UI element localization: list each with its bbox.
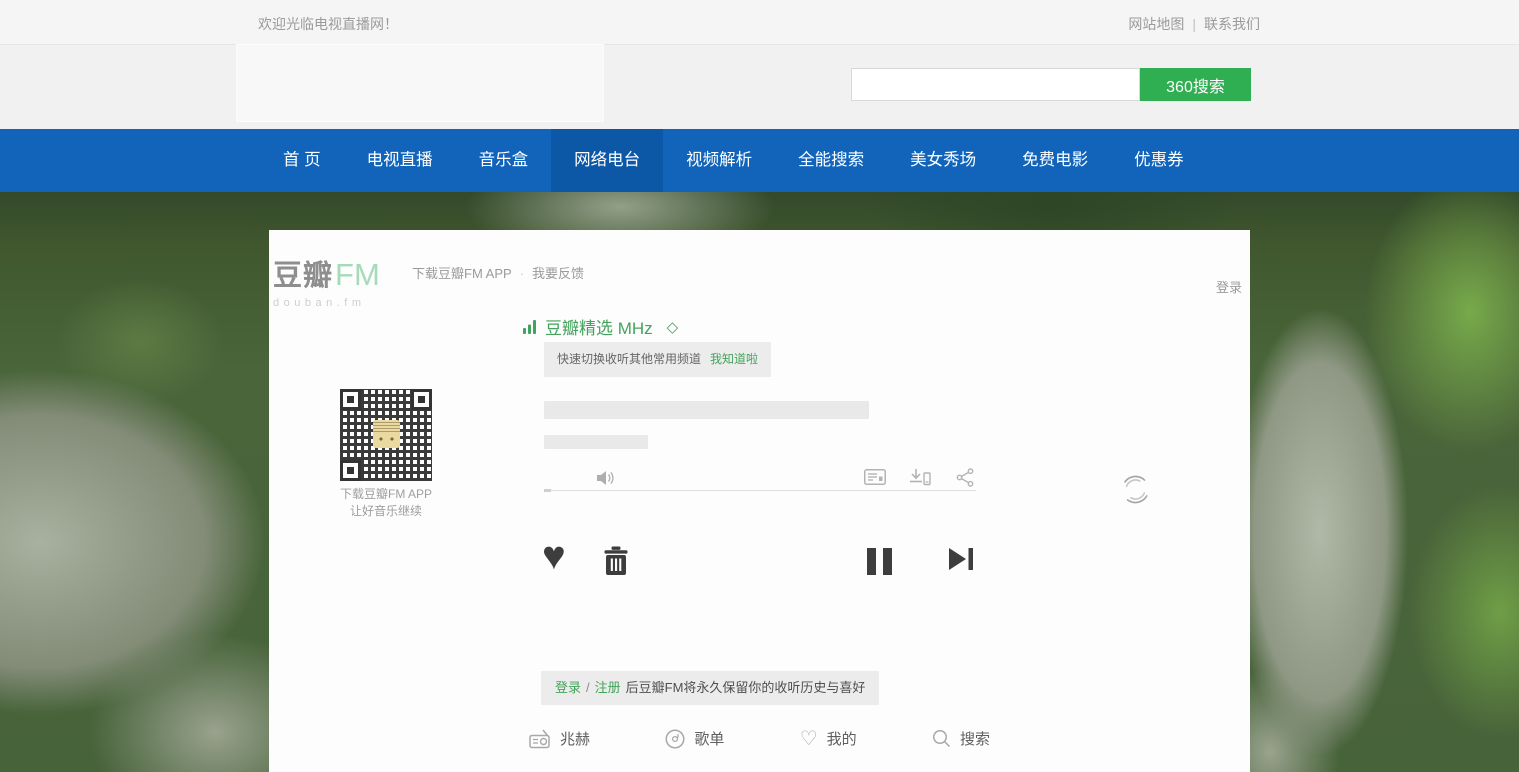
bottomnav-item-search[interactable]: 搜索 [932, 728, 990, 749]
nav-item-music-box[interactable]: 音乐盒 [456, 129, 552, 192]
nav-item-web-radio[interactable]: 网络电台 [551, 129, 663, 192]
site-header: 360搜索 [0, 45, 1519, 129]
heart-icon: ♥ [542, 534, 566, 578]
bottomnav-label: 搜索 [960, 728, 990, 749]
tooltip-dismiss-link[interactable]: 我知道啦 [710, 352, 758, 366]
welcome-text: 欢迎光临电视直播网！ [258, 14, 398, 34]
main-nav: 首 页 电视直播 音乐盒 网络电台 视频解析 全能搜索 美女秀场 免费电影 优惠… [0, 129, 1519, 192]
feedback-link[interactable]: 我要反馈 [532, 266, 584, 281]
bottomnav-item-playlist[interactable]: 歌单 [665, 728, 724, 749]
nav-item-tv-live[interactable]: 电视直播 [344, 129, 456, 192]
qr-finder-square [411, 389, 432, 410]
pause-button[interactable] [867, 548, 892, 575]
nav-item-video-parse[interactable]: 视频解析 [663, 129, 775, 192]
links-dot-separator: · [520, 266, 524, 281]
lyrics-button[interactable] [864, 469, 886, 485]
pause-icon [867, 548, 892, 575]
volume-button[interactable] [597, 470, 617, 486]
login-register-bar: 登录 / 注册后豆瓣FM将永久保留你的收听历史与喜好 [541, 671, 879, 705]
seek-bar[interactable] [544, 490, 976, 491]
volume-icon [597, 470, 617, 486]
login-bar-message: 后豆瓣FM将永久保留你的收听历史与喜好 [626, 680, 866, 695]
bottomnav-label: 歌单 [694, 728, 724, 749]
qr-caption-line2: 让好音乐继续 [320, 503, 452, 520]
artist-loading-placeholder [544, 435, 648, 449]
bottomnav-label: 兆赫 [560, 728, 590, 749]
bottomnav-item-mine[interactable]: ♡ 我的 [800, 728, 857, 749]
nav-item-coupon[interactable]: 优惠券 [1111, 129, 1207, 192]
download-button[interactable] [909, 468, 931, 486]
nav-item-free-movie[interactable]: 免费电影 [999, 129, 1111, 192]
search-icon [932, 729, 951, 748]
qr-captions: 下载豆瓣FM APP 让好音乐继续 [320, 486, 452, 520]
seek-bar-elapsed [544, 489, 551, 492]
register-link[interactable]: 注册 [595, 680, 621, 695]
sitemap-link[interactable]: 网站地图 [1128, 16, 1184, 32]
douban-fm-panel: 豆瓣FM douban.fm 下载豆瓣FM APP · 我要反馈 登录 豆瓣精选 M… [269, 230, 1250, 772]
slash-separator: / [586, 680, 590, 695]
contact-link[interactable]: 联系我们 [1204, 16, 1260, 32]
skip-next-icon [949, 548, 974, 570]
top-utility-bar: 欢迎光临电视直播网！ 网站地图 | 联系我们 [0, 0, 1519, 45]
channel-name[interactable]: 豆瓣精选 MHz [545, 314, 653, 339]
next-track-button[interactable] [949, 548, 974, 570]
qr-radio-mascot [373, 420, 400, 448]
bottomnav-item-mhz[interactable]: 兆赫 [529, 728, 590, 749]
radio-icon [529, 729, 551, 749]
logo-text-cn: 豆瓣 [273, 260, 333, 292]
channel-dropdown-icon[interactable]: ◇ [667, 318, 679, 336]
like-button[interactable]: ♥ [542, 536, 566, 576]
search-button[interactable]: 360搜索 [1140, 68, 1251, 101]
nav-item-beauty-show[interactable]: 美女秀场 [887, 129, 999, 192]
channel-selector-row[interactable]: 豆瓣精选 MHz ◇ [523, 314, 678, 339]
signal-bars-icon [523, 319, 537, 334]
tooltip-text: 快速切换收听其他常用频道 [557, 352, 701, 366]
qr-finder-square [340, 460, 361, 481]
site-logo-placeholder[interactable] [236, 44, 604, 122]
download-icon [909, 468, 931, 486]
fm-login-link[interactable]: 登录 [1216, 277, 1242, 296]
lyrics-icon [864, 469, 886, 485]
disc-icon [665, 729, 685, 749]
qr-code-image [340, 389, 432, 481]
qr-caption-line1: 下载豆瓣FM APP [320, 486, 452, 503]
heart-outline-icon: ♡ [800, 729, 818, 749]
share-icon [956, 468, 974, 487]
fm-top-links: 下载豆瓣FM APP · 我要反馈 [412, 263, 584, 282]
download-app-link[interactable]: 下载豆瓣FM APP [412, 266, 512, 281]
channel-tooltip: 快速切换收听其他常用频道我知道啦 [544, 342, 771, 377]
douban-fm-logo[interactable]: 豆瓣FM douban.fm [273, 252, 380, 309]
share-button[interactable] [956, 468, 974, 487]
logo-domain-text: douban.fm [273, 297, 380, 309]
fm-bottom-nav: 兆赫 歌单 ♡ 我的 搜索 [529, 728, 990, 749]
topbar-links: 网站地图 | 联系我们 [1128, 14, 1260, 34]
app-qr-block: 下载豆瓣FM APP 让好音乐继续 [340, 389, 432, 481]
search-input[interactable] [851, 68, 1140, 101]
login-link[interactable]: 登录 [555, 680, 581, 695]
song-title-loading-placeholder [544, 401, 869, 419]
bottomnav-label: 我的 [827, 728, 857, 749]
nav-item-home[interactable]: 首 页 [260, 129, 344, 192]
qr-finder-square [340, 389, 361, 410]
logo-text-fm: FM [335, 257, 380, 292]
loading-spinner-icon [1119, 473, 1152, 511]
topbar-links-separator: | [1192, 16, 1196, 32]
trash-icon [603, 546, 629, 576]
trash-button[interactable] [603, 546, 629, 576]
nav-item-omni-search[interactable]: 全能搜索 [775, 129, 887, 192]
search-bar: 360搜索 [851, 68, 1251, 101]
